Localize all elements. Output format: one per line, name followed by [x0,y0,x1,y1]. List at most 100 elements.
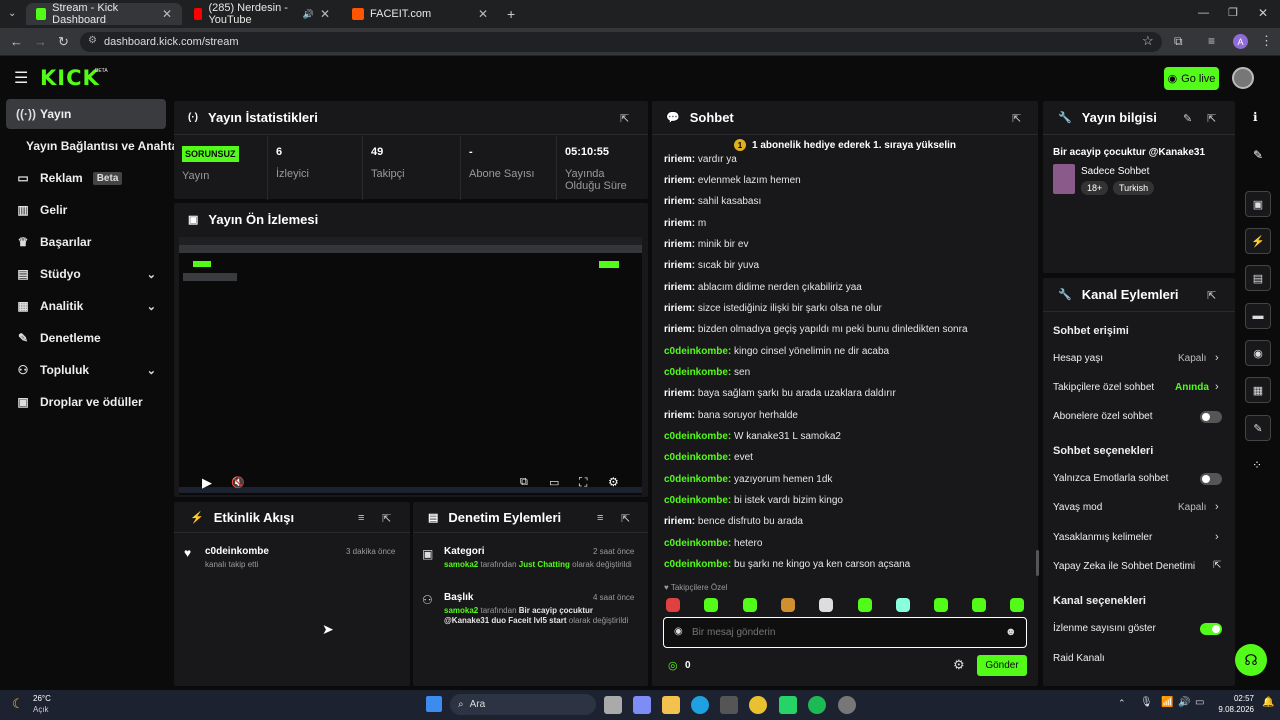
profile-avatar[interactable]: A [1233,34,1248,49]
close-window-icon[interactable]: ✕ [1258,6,1268,20]
kick-logo[interactable]: KICK [40,66,100,90]
close-tab-icon[interactable]: ✕ [162,7,172,21]
filter-icon[interactable]: ≡ [597,512,603,524]
emote-icon[interactable] [781,598,795,612]
sidebar-item-studyo[interactable]: ▤ Stüdyo ⌄ [6,259,166,289]
chat-username[interactable]: ririem [664,410,692,421]
chat-username[interactable]: ririem [664,516,692,527]
sidebar-item-basarilar[interactable]: ♛ Başarılar [6,227,166,257]
external-link-icon[interactable]: ⇱ [1213,560,1221,571]
chat-username[interactable]: ririem [664,218,692,229]
fullscreen-icon[interactable]: ⛶ [579,475,587,490]
hamburger-menu-icon[interactable]: ☰ [14,68,28,88]
setting-label[interactable]: Takipçilere özel sohbet [1053,382,1154,393]
chevron-right-icon[interactable]: › [1215,531,1219,543]
setting-label[interactable]: Yapay Zeka ile Sohbet Denetimi [1053,561,1195,572]
popout-icon[interactable]: ⇱ [620,112,629,125]
play-icon[interactable]: ▶ [202,475,212,491]
send-button[interactable]: Gönder [977,655,1027,676]
weather-temp[interactable]: 26°C [33,694,51,703]
lightning-icon[interactable]: ⚡ [1245,228,1271,254]
setting-label[interactable]: Raid Kanalı [1053,653,1105,664]
notifications-icon[interactable]: 🔔 [1262,697,1274,708]
mod-actor[interactable]: samoka2 [444,560,478,569]
copilot-icon[interactable] [633,696,651,714]
chat-username[interactable]: c0deinkombe [664,452,728,463]
emote-icon[interactable] [1010,598,1024,612]
wrench-icon[interactable]: ✎ [1245,415,1271,441]
category-name[interactable]: Sadece Sohbet [1081,166,1149,177]
microphone-icon[interactable]: 🎙 [1140,697,1153,708]
clock-time[interactable]: 02:57 [1218,694,1254,703]
chevron-right-icon[interactable]: › [1215,501,1219,513]
chat-username[interactable]: ririem [664,388,692,399]
taskbar-search[interactable]: ⌕ Ara [450,694,596,715]
video-player[interactable] [179,237,642,495]
chat-settings-icon[interactable]: ⚙ [953,657,965,673]
sidebar-item-analitik[interactable]: ▦ Analitik ⌄ [6,291,166,321]
task-view-icon[interactable] [604,696,622,714]
audio-icon[interactable]: 🔊 [303,9,314,20]
broadcast-icon[interactable]: ◉ [1245,340,1271,366]
tag-chip[interactable]: Turkish [1113,181,1155,195]
chat-username[interactable]: ririem [664,303,692,314]
chat-username[interactable]: c0deinkombe [664,346,728,357]
stats-icon[interactable]: ▣ [1245,191,1271,217]
more-options-icon[interactable]: ⁘ [1252,458,1262,472]
chat-username[interactable]: c0deinkombe [664,559,728,570]
chat-username[interactable]: ririem [664,260,692,271]
file-explorer-icon[interactable] [662,696,680,714]
sidebar-item-gelir[interactable]: ▥ Gelir [6,195,166,225]
tab-faceit[interactable]: FACEIT.com ✕ [342,3,498,25]
reload-icon[interactable]: ↻ [58,34,69,50]
setting-label[interactable]: Hesap yaşı [1053,353,1103,364]
emote-icon[interactable] [934,598,948,612]
whatsapp-icon[interactable] [779,696,797,714]
emote-icon[interactable] [666,598,680,612]
emote-icon[interactable] [858,598,872,612]
show-viewers-toggle[interactable] [1200,623,1222,635]
popout-icon[interactable]: ⇱ [1207,112,1216,125]
chat-input[interactable] [692,624,992,641]
chrome-icon[interactable] [749,696,767,714]
browser-menu-icon[interactable]: ⋮ [1260,33,1273,49]
chat-username[interactable]: ririem [664,324,692,335]
emote-only-toggle[interactable] [1200,473,1222,485]
edit-pencil-icon[interactable]: ✎ [1183,112,1192,125]
chat-username[interactable]: c0deinkombe [664,367,728,378]
sidebar-item-reklam[interactable]: ▭ Reklam Beta [6,163,166,193]
popout-icon[interactable]: ⇱ [1012,112,1021,125]
sidebar-item-stream-key[interactable]: Yayın Bağlantısı ve Anahtarı [6,131,176,161]
wifi-icon[interactable]: 📶 [1161,697,1173,708]
emoji-picker-icon[interactable]: ☻ [1005,626,1017,638]
activity-user[interactable]: c0deinkombe [205,546,269,557]
document-icon[interactable]: ▤ [1245,265,1271,291]
popout-icon[interactable]: ⇱ [382,512,391,525]
forward-icon[interactable]: → [34,34,47,49]
emote-icon[interactable] [704,598,718,612]
bookmark-star-icon[interactable]: ☆ [1142,33,1154,49]
tray-overflow-icon[interactable]: ⌃ [1118,698,1126,709]
chat-username[interactable]: c0deinkombe [664,495,728,506]
store-icon[interactable] [720,696,738,714]
reading-list-icon[interactable]: ≡ [1208,34,1215,48]
tag-chip[interactable]: 18+ [1081,181,1109,195]
battery-icon[interactable]: ▭ [1195,697,1204,708]
setting-label[interactable]: Yasaklanmış kelimeler [1053,532,1152,543]
maximize-icon[interactable]: ❐ [1228,6,1238,19]
chat-username[interactable]: c0deinkombe [664,431,728,442]
steam-icon[interactable] [838,696,856,714]
sidebar-item-topluluk[interactable]: ⚇ Topluluk ⌄ [6,355,166,385]
chat-username[interactable]: c0deinkombe [664,474,728,485]
chat-scrollbar[interactable] [1036,550,1039,576]
site-info-icon[interactable]: ⚙ [88,35,97,46]
close-tab-icon[interactable]: ✕ [320,7,330,21]
close-tab-icon[interactable]: ✕ [478,7,488,21]
windows-start-icon[interactable] [426,696,442,712]
settings-gear-icon[interactable]: ⚙ [608,475,619,489]
chat-username[interactable]: ririem [664,154,692,165]
layout-icon[interactable]: ▦ [1245,377,1271,403]
emote-icon[interactable] [972,598,986,612]
chat-username[interactable]: c0deinkombe [664,538,728,549]
subs-only-toggle[interactable] [1200,411,1222,423]
